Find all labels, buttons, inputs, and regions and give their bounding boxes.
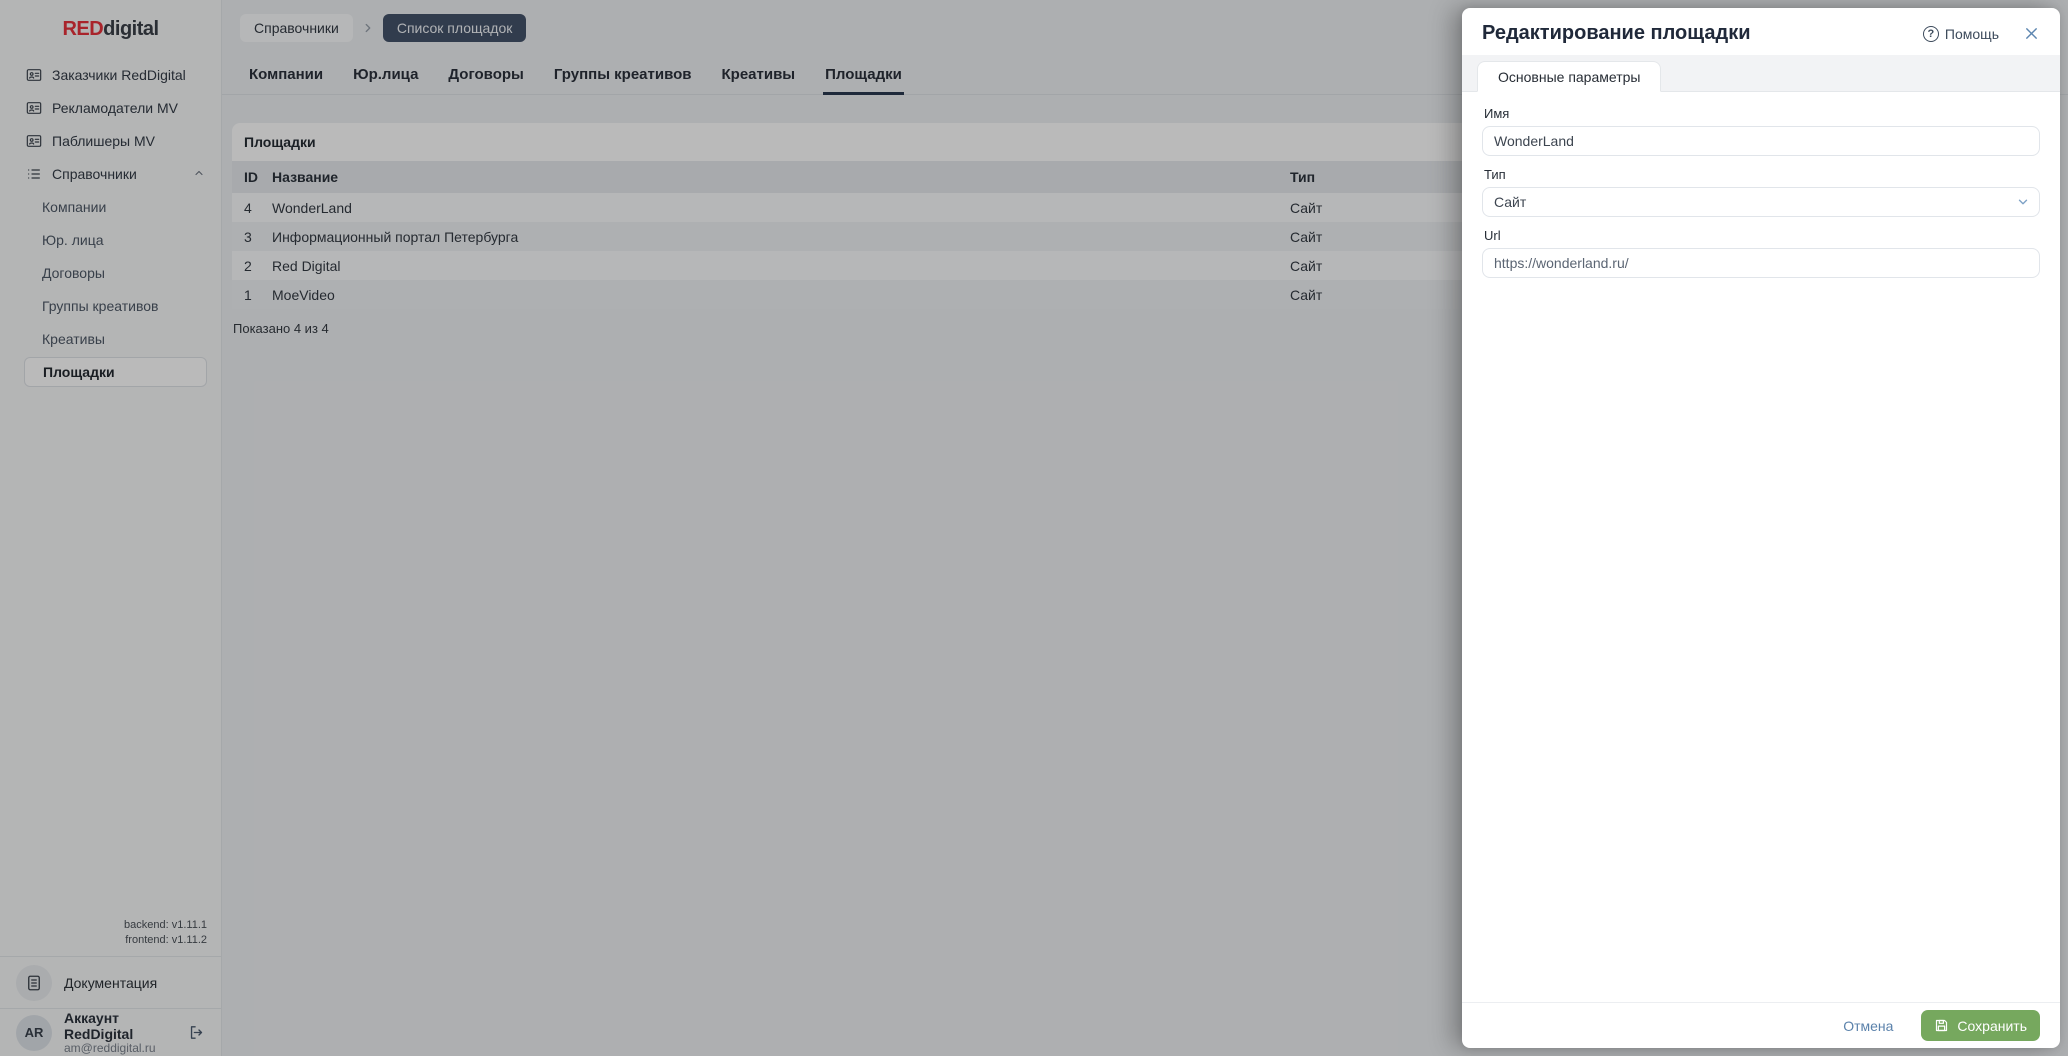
- url-field-label: Url: [1484, 228, 1501, 243]
- help-label: Помощь: [1944, 25, 1999, 42]
- type-select-value: Сайт: [1494, 194, 1527, 210]
- save-floppy-icon: [1936, 1019, 1948, 1032]
- name-input[interactable]: [1482, 126, 2040, 156]
- name-field-label: Имя: [1484, 106, 1510, 121]
- chevron-down-icon: [2016, 195, 2030, 209]
- save-button[interactable]: Сохранить: [1921, 1010, 2040, 1041]
- type-select[interactable]: Сайт: [1482, 187, 2040, 217]
- field-name: Имя: [1482, 106, 2040, 156]
- field-url: Url: [1482, 228, 2040, 278]
- drawer-footer: Отмена Сохранить: [1462, 1002, 2060, 1048]
- tab-main-parameters[interactable]: Основные параметры: [1477, 61, 1662, 92]
- drawer-header: Редактирование площадки ? Помощь: [1462, 8, 2060, 55]
- question-circle-icon: ?: [1922, 25, 1939, 42]
- edit-platform-drawer: Редактирование площадки ? Помощь Основны…: [1462, 8, 2060, 1048]
- save-button-label: Сохранить: [1957, 1017, 2027, 1034]
- help-button[interactable]: ? Помощь: [1922, 25, 1999, 42]
- drawer-title: Редактирование площадки: [1482, 22, 1751, 44]
- cancel-button[interactable]: Отмена: [1843, 1018, 1893, 1034]
- type-field-label: Тип: [1484, 167, 1506, 182]
- close-icon[interactable]: [2023, 25, 2040, 42]
- url-input[interactable]: [1482, 248, 2040, 278]
- drawer-tabs: Основные параметры: [1462, 55, 2060, 92]
- field-type: Тип Сайт: [1482, 167, 2040, 217]
- drawer-body: Имя Тип Сайт Url: [1462, 92, 2060, 1002]
